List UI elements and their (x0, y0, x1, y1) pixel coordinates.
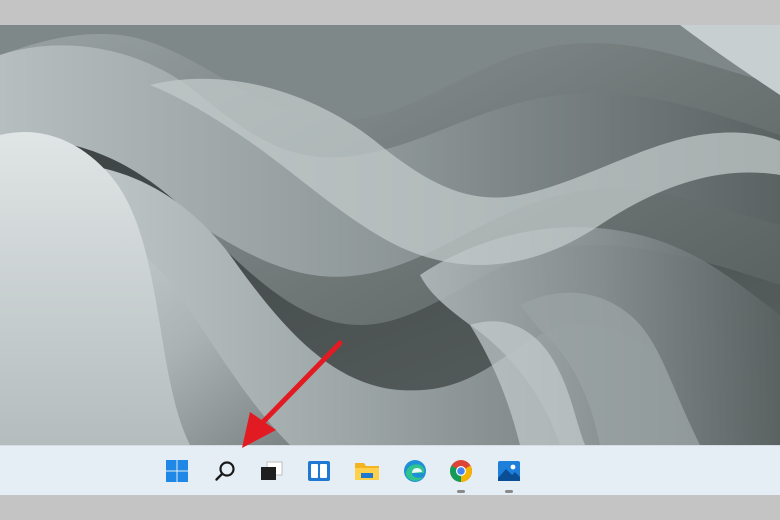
running-indicator (457, 490, 465, 493)
edge-button[interactable] (397, 454, 433, 488)
widgets-button[interactable] (301, 454, 337, 488)
chrome-icon (450, 460, 472, 482)
taskbar (0, 445, 780, 495)
photos-icon (498, 461, 520, 481)
desktop-wallpaper (0, 25, 780, 445)
file-explorer-icon (355, 463, 379, 480)
desktop-screen (0, 25, 780, 495)
file-explorer-button[interactable] (349, 454, 385, 488)
start-button[interactable] (159, 454, 195, 488)
task-view-icon (261, 461, 283, 480)
running-indicator (505, 490, 513, 493)
edge-icon (404, 460, 426, 482)
start-icon (166, 460, 188, 482)
chrome-button[interactable] (443, 454, 479, 493)
top-border (0, 0, 780, 25)
bottom-border (0, 495, 780, 520)
search-icon (215, 461, 235, 481)
task-view-button[interactable] (253, 454, 289, 488)
widgets-icon (308, 461, 330, 481)
photos-button[interactable] (491, 454, 527, 493)
search-button[interactable] (207, 454, 243, 488)
